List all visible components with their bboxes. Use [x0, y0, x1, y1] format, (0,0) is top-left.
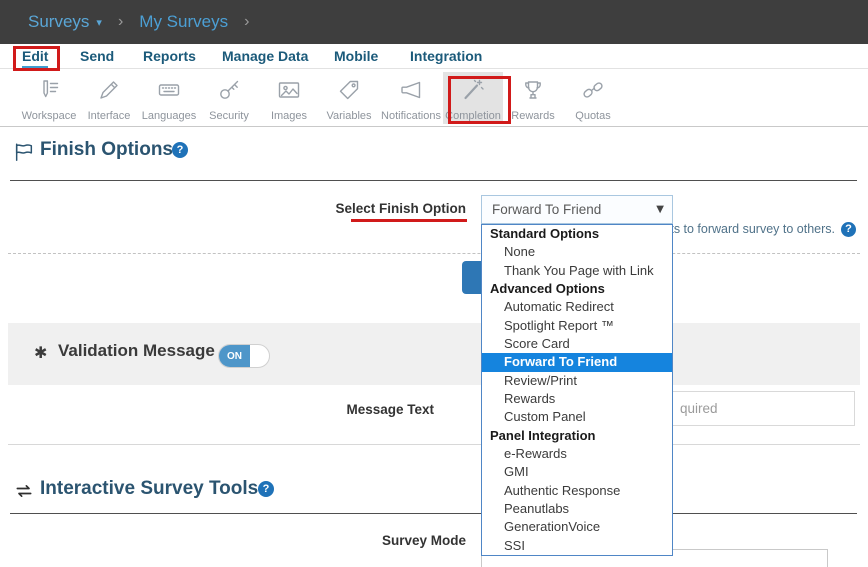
toolbar-item-workspace[interactable]: Workspace [19, 72, 79, 124]
toolbar-item-label: Completion [445, 110, 501, 122]
dropdown-option[interactable]: Thank You Page with Link [482, 262, 672, 280]
dropdown-option[interactable]: Custom Panel [482, 408, 672, 426]
nav-tabs: Edit Send Reports Manage Data Mobile Int… [0, 44, 868, 69]
dropdown-option[interactable]: GenerationVoice [482, 518, 672, 536]
toggle-on-label: ON [219, 345, 250, 367]
toolbar-item-variables[interactable]: Variables [319, 72, 379, 124]
message-text-value: quired [680, 401, 718, 416]
dropdown-option[interactable]: SSI [482, 537, 672, 555]
toolbar-item-label: Rewards [511, 110, 554, 122]
dropdown-option[interactable]: Peanutlabs [482, 500, 672, 518]
finish-options-title: Finish Options [40, 139, 173, 161]
asterisk-icon: ✱ [34, 343, 47, 362]
toolbar-item-quotas[interactable]: Quotas [563, 72, 623, 124]
dropdown-option[interactable]: Review/Print [482, 372, 672, 390]
tab-edit[interactable]: Edit [22, 48, 48, 68]
swap-arrows-icon [13, 481, 35, 506]
toolbar-item-languages[interactable]: Languages [139, 72, 199, 124]
tab-reports[interactable]: Reports [143, 48, 196, 64]
toolbar-item-label: Workspace [22, 110, 77, 122]
toolbar-item-rewards[interactable]: Rewards [503, 72, 563, 124]
toolbar-item-label: Interface [88, 110, 131, 122]
finish-option-helper: ents to forward survey to others. ? [656, 220, 856, 238]
breadcrumb-root-label: Surveys [28, 12, 89, 32]
dropdown-option[interactable]: Score Card [482, 335, 672, 353]
divider [8, 444, 860, 445]
keyboard-icon [157, 78, 181, 107]
chain-links-icon [581, 78, 605, 107]
divider [10, 513, 857, 514]
tab-mobile[interactable]: Mobile [334, 48, 378, 64]
tag-icon [337, 78, 361, 107]
select-caret-icon: ▼ [656, 196, 664, 223]
dropdown-option[interactable]: Authentic Response [482, 482, 672, 500]
help-icon[interactable]: ? [841, 222, 856, 237]
tab-manage-data[interactable]: Manage Data [222, 48, 308, 64]
validation-title: Validation Message [58, 341, 215, 361]
divider-dashed [8, 253, 860, 254]
annotation-underline [351, 219, 467, 222]
toolbar-item-label: Variables [326, 110, 371, 122]
dropdown-option[interactable]: Spotlight Report ™ [482, 317, 672, 335]
flag-icon [13, 141, 35, 168]
survey-mode-label: Survey Mode [266, 533, 466, 548]
finish-option-dropdown: Standard Options None Thank You Page wit… [481, 224, 673, 556]
validation-toggle[interactable]: ON [218, 344, 270, 368]
dropdown-group: Panel Integration [482, 427, 672, 445]
image-icon [277, 78, 301, 107]
message-text-label: Message Text [234, 402, 434, 417]
breadcrumb-surveys-menu[interactable]: Surveys ▾ [28, 12, 102, 32]
paintbrush-icon [97, 78, 121, 107]
toolbar-item-notifications[interactable]: Notifications [379, 72, 443, 124]
dropdown-option[interactable]: e-Rewards [482, 445, 672, 463]
dropdown-group: Advanced Options [482, 280, 672, 298]
divider [10, 180, 857, 181]
dropdown-option-selected[interactable]: Forward To Friend [482, 353, 672, 371]
toolbar-item-images[interactable]: Images [259, 72, 319, 124]
toolbar-item-label: Security [209, 110, 249, 122]
app-screen: Surveys ▾ › My Surveys › Edit Send Repor… [0, 0, 868, 567]
interactive-tools-title: Interactive Survey Tools [40, 478, 258, 500]
toolbar-item-security[interactable]: Security [199, 72, 259, 124]
select-finish-option-label: Select Finish Option [266, 201, 466, 216]
dropdown-option[interactable]: GMI [482, 463, 672, 481]
dropdown-group: Standard Options [482, 225, 672, 243]
dropdown-option[interactable]: Rewards [482, 390, 672, 408]
toolbar-item-label: Languages [142, 110, 196, 122]
finish-option-select[interactable]: Forward To Friend ▼ [481, 195, 673, 224]
toolbar-item-label: Images [271, 110, 307, 122]
toolbar-item-label: Quotas [575, 110, 610, 122]
trophy-icon [521, 78, 545, 107]
breadcrumb-separator: › [118, 13, 123, 31]
tab-send[interactable]: Send [80, 48, 114, 64]
dropdown-option[interactable]: Automatic Redirect [482, 298, 672, 316]
help-icon[interactable]: ? [258, 481, 274, 497]
megaphone-icon [399, 78, 423, 107]
toolbar-item-completion[interactable]: Completion [443, 72, 503, 124]
dropdown-option[interactable]: None [482, 243, 672, 261]
magic-wand-icon [461, 78, 485, 107]
topbar: Surveys ▾ › My Surveys › [0, 0, 868, 44]
pencil-list-icon [37, 78, 61, 107]
breadcrumb-separator: › [244, 13, 249, 31]
toolbar-item-interface[interactable]: Interface [79, 72, 139, 124]
tab-integration[interactable]: Integration [410, 48, 482, 64]
toolbar-item-label: Notifications [381, 110, 441, 122]
finish-option-select-value: Forward To Friend [492, 202, 601, 217]
helper-text: ents to forward survey to others. [656, 222, 835, 236]
chevron-down-icon: ▾ [96, 16, 102, 29]
breadcrumb-my-surveys[interactable]: My Surveys [139, 12, 228, 32]
help-icon[interactable]: ? [172, 142, 188, 158]
icon-toolbar: Workspace Interface Languages Security I… [0, 69, 868, 127]
key-icon [217, 78, 241, 107]
